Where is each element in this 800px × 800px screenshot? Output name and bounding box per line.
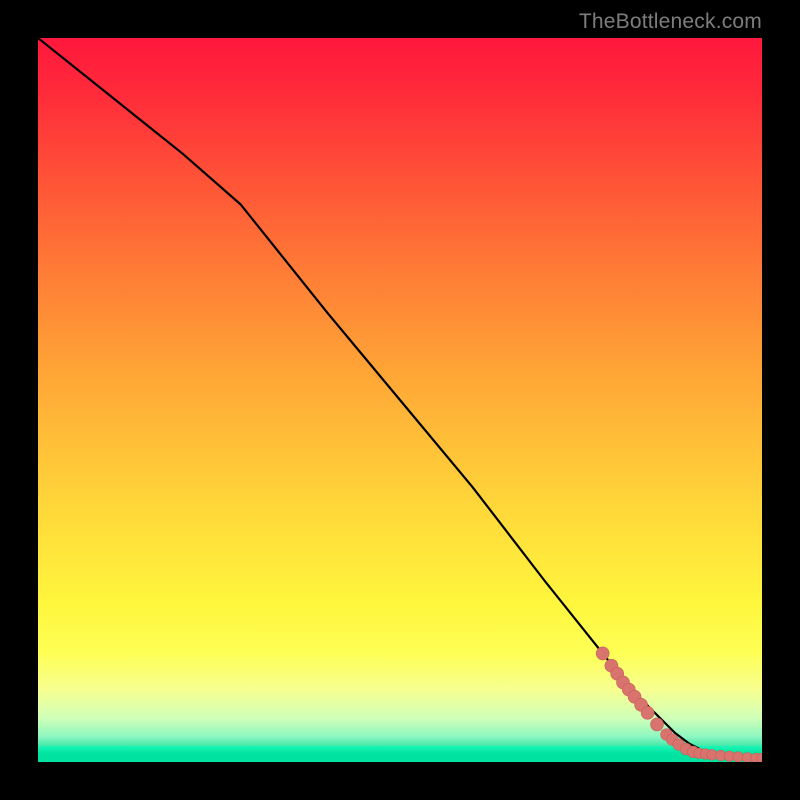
bottleneck-curve <box>38 38 762 758</box>
data-dot <box>596 647 609 660</box>
data-dot <box>641 706 654 719</box>
data-dots <box>596 647 762 762</box>
plot-area <box>38 38 762 762</box>
chart-frame: TheBottleneck.com <box>0 0 800 800</box>
data-dot <box>651 718 664 731</box>
chart-svg <box>38 38 762 762</box>
data-dot <box>733 752 743 762</box>
watermark-text: TheBottleneck.com <box>579 10 762 34</box>
